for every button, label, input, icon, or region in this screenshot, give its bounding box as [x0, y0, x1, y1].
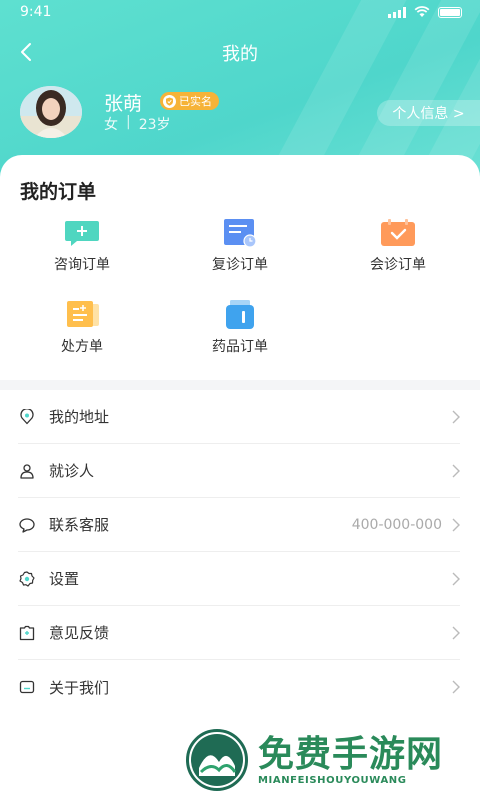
person-icon	[18, 462, 36, 480]
menu-item-address[interactable]: 我的地址	[18, 390, 460, 444]
verified-shield-icon	[163, 94, 176, 108]
chevron-right-icon	[452, 518, 460, 531]
orders-title: 我的订单	[20, 181, 97, 203]
menu-item-about[interactable]: 关于我们	[18, 660, 460, 714]
avatar[interactable]	[20, 86, 82, 138]
gear-icon	[18, 570, 36, 588]
menu-label: 联系客服	[49, 516, 110, 534]
order-item-medicine[interactable]: 药品订单	[170, 300, 310, 356]
watermark: 免费手游网 MIANFEISHOUYOUWANG	[186, 729, 443, 791]
location-icon	[18, 408, 36, 426]
watermark-logo-icon	[186, 729, 248, 791]
profile-meta: 女 | 23岁	[104, 114, 171, 134]
watermark-subtitle: MIANFEISHOUYOUWANG	[258, 774, 407, 786]
profile-age: 23岁	[138, 117, 171, 133]
menu-item-feedback[interactable]: 意见反馈	[18, 606, 460, 660]
my-orders-card: 我的订单 咨询订单 复诊订单 会诊订单 处方单 药品订单	[0, 155, 480, 380]
medicine-order-icon	[223, 300, 257, 330]
chevron-right-icon	[452, 626, 460, 639]
feedback-icon	[18, 624, 36, 642]
profile-gender: 女	[104, 117, 118, 133]
watermark-title: 免费手游网	[258, 733, 444, 775]
status-bar: 9:41	[0, 0, 480, 28]
menu-label: 关于我们	[49, 678, 110, 697]
menu-item-customer-service[interactable]: 联系客服 400-000-000	[18, 498, 460, 552]
menu-item-settings[interactable]: 设置	[18, 552, 460, 606]
order-label: 复诊订单	[212, 257, 268, 273]
verified-badge: 已实名	[160, 92, 219, 110]
prescription-icon	[65, 300, 99, 330]
info-icon	[18, 678, 36, 696]
chat-icon	[18, 516, 36, 534]
order-label: 咨询订单	[54, 257, 110, 273]
order-item-consult[interactable]: 咨询订单	[12, 218, 152, 274]
chevron-right-icon	[452, 410, 460, 423]
order-item-revisit[interactable]: 复诊订单	[170, 218, 310, 274]
page-title: 我的	[222, 44, 258, 65]
menu-label: 就诊人	[49, 462, 95, 480]
consultation-order-icon	[381, 218, 415, 248]
verified-label: 已实名	[179, 95, 212, 108]
status-time: 9:41	[20, 4, 52, 20]
profile-separator: |	[126, 114, 131, 130]
nav-bar: 我的	[0, 30, 480, 74]
order-label: 药品订单	[212, 339, 268, 355]
chevron-right-icon	[452, 572, 460, 585]
chevron-right-icon	[452, 464, 460, 477]
menu-item-patient[interactable]: 就诊人	[18, 444, 460, 498]
profile-name: 张萌	[104, 93, 143, 115]
consult-order-icon	[65, 218, 99, 248]
menu-label: 意见反馈	[49, 624, 110, 642]
wifi-icon	[414, 6, 430, 17]
order-label: 处方单	[61, 339, 103, 355]
order-item-prescription[interactable]: 处方单	[12, 300, 152, 356]
service-phone: 400-000-000	[351, 516, 442, 533]
personal-info-button[interactable]: 个人信息 >	[377, 100, 480, 126]
chevron-right-icon	[452, 680, 460, 694]
menu-label: 设置	[49, 570, 80, 588]
order-label: 会诊订单	[370, 257, 426, 273]
settings-menu: 我的地址 就诊人 联系客服 400-000-000 设置 意见反馈 关于我们	[0, 390, 480, 720]
battery-icon	[438, 6, 462, 18]
signal-icon	[388, 6, 406, 18]
menu-label: 我的地址	[49, 408, 110, 426]
revisit-order-icon	[223, 218, 257, 248]
order-item-consultation[interactable]: 会诊订单	[328, 218, 468, 274]
